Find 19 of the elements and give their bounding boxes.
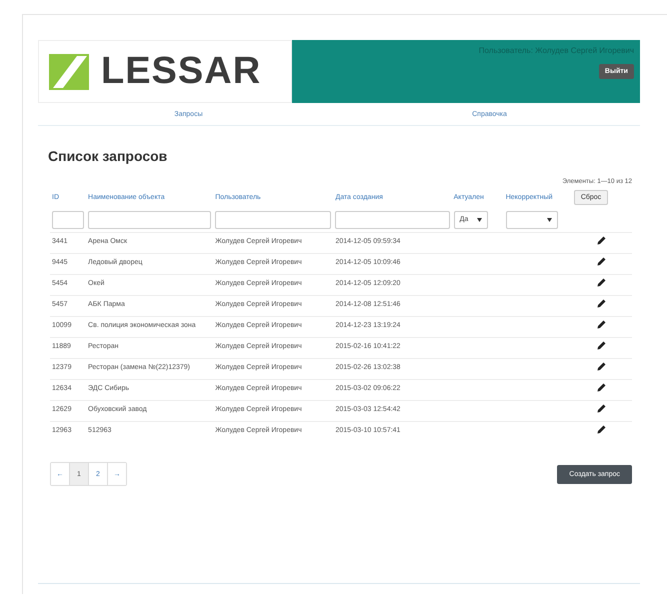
caret-icon — [546, 218, 552, 222]
pencil-icon[interactable] — [597, 341, 606, 350]
pencil-icon[interactable] — [597, 425, 606, 434]
page-title: Список запросов — [48, 148, 168, 164]
filter-field[interactable] — [335, 211, 450, 229]
pencil-icon[interactable] — [597, 320, 606, 329]
logo-text: LESSAR — [101, 50, 262, 93]
pencil-icon[interactable] — [597, 278, 606, 287]
filter-field[interactable] — [215, 211, 332, 229]
pencil-icon[interactable] — [597, 383, 606, 392]
filter-field[interactable] — [88, 211, 212, 229]
pencil-icon[interactable] — [597, 236, 606, 245]
caret-icon — [476, 218, 482, 222]
pencil-icon[interactable] — [597, 404, 606, 413]
logo-icon — [47, 52, 91, 92]
pencil-icon[interactable] — [597, 362, 606, 371]
pencil-icon[interactable] — [597, 299, 606, 308]
pencil-icon[interactable] — [597, 257, 606, 266]
filter-field[interactable] — [52, 211, 84, 229]
